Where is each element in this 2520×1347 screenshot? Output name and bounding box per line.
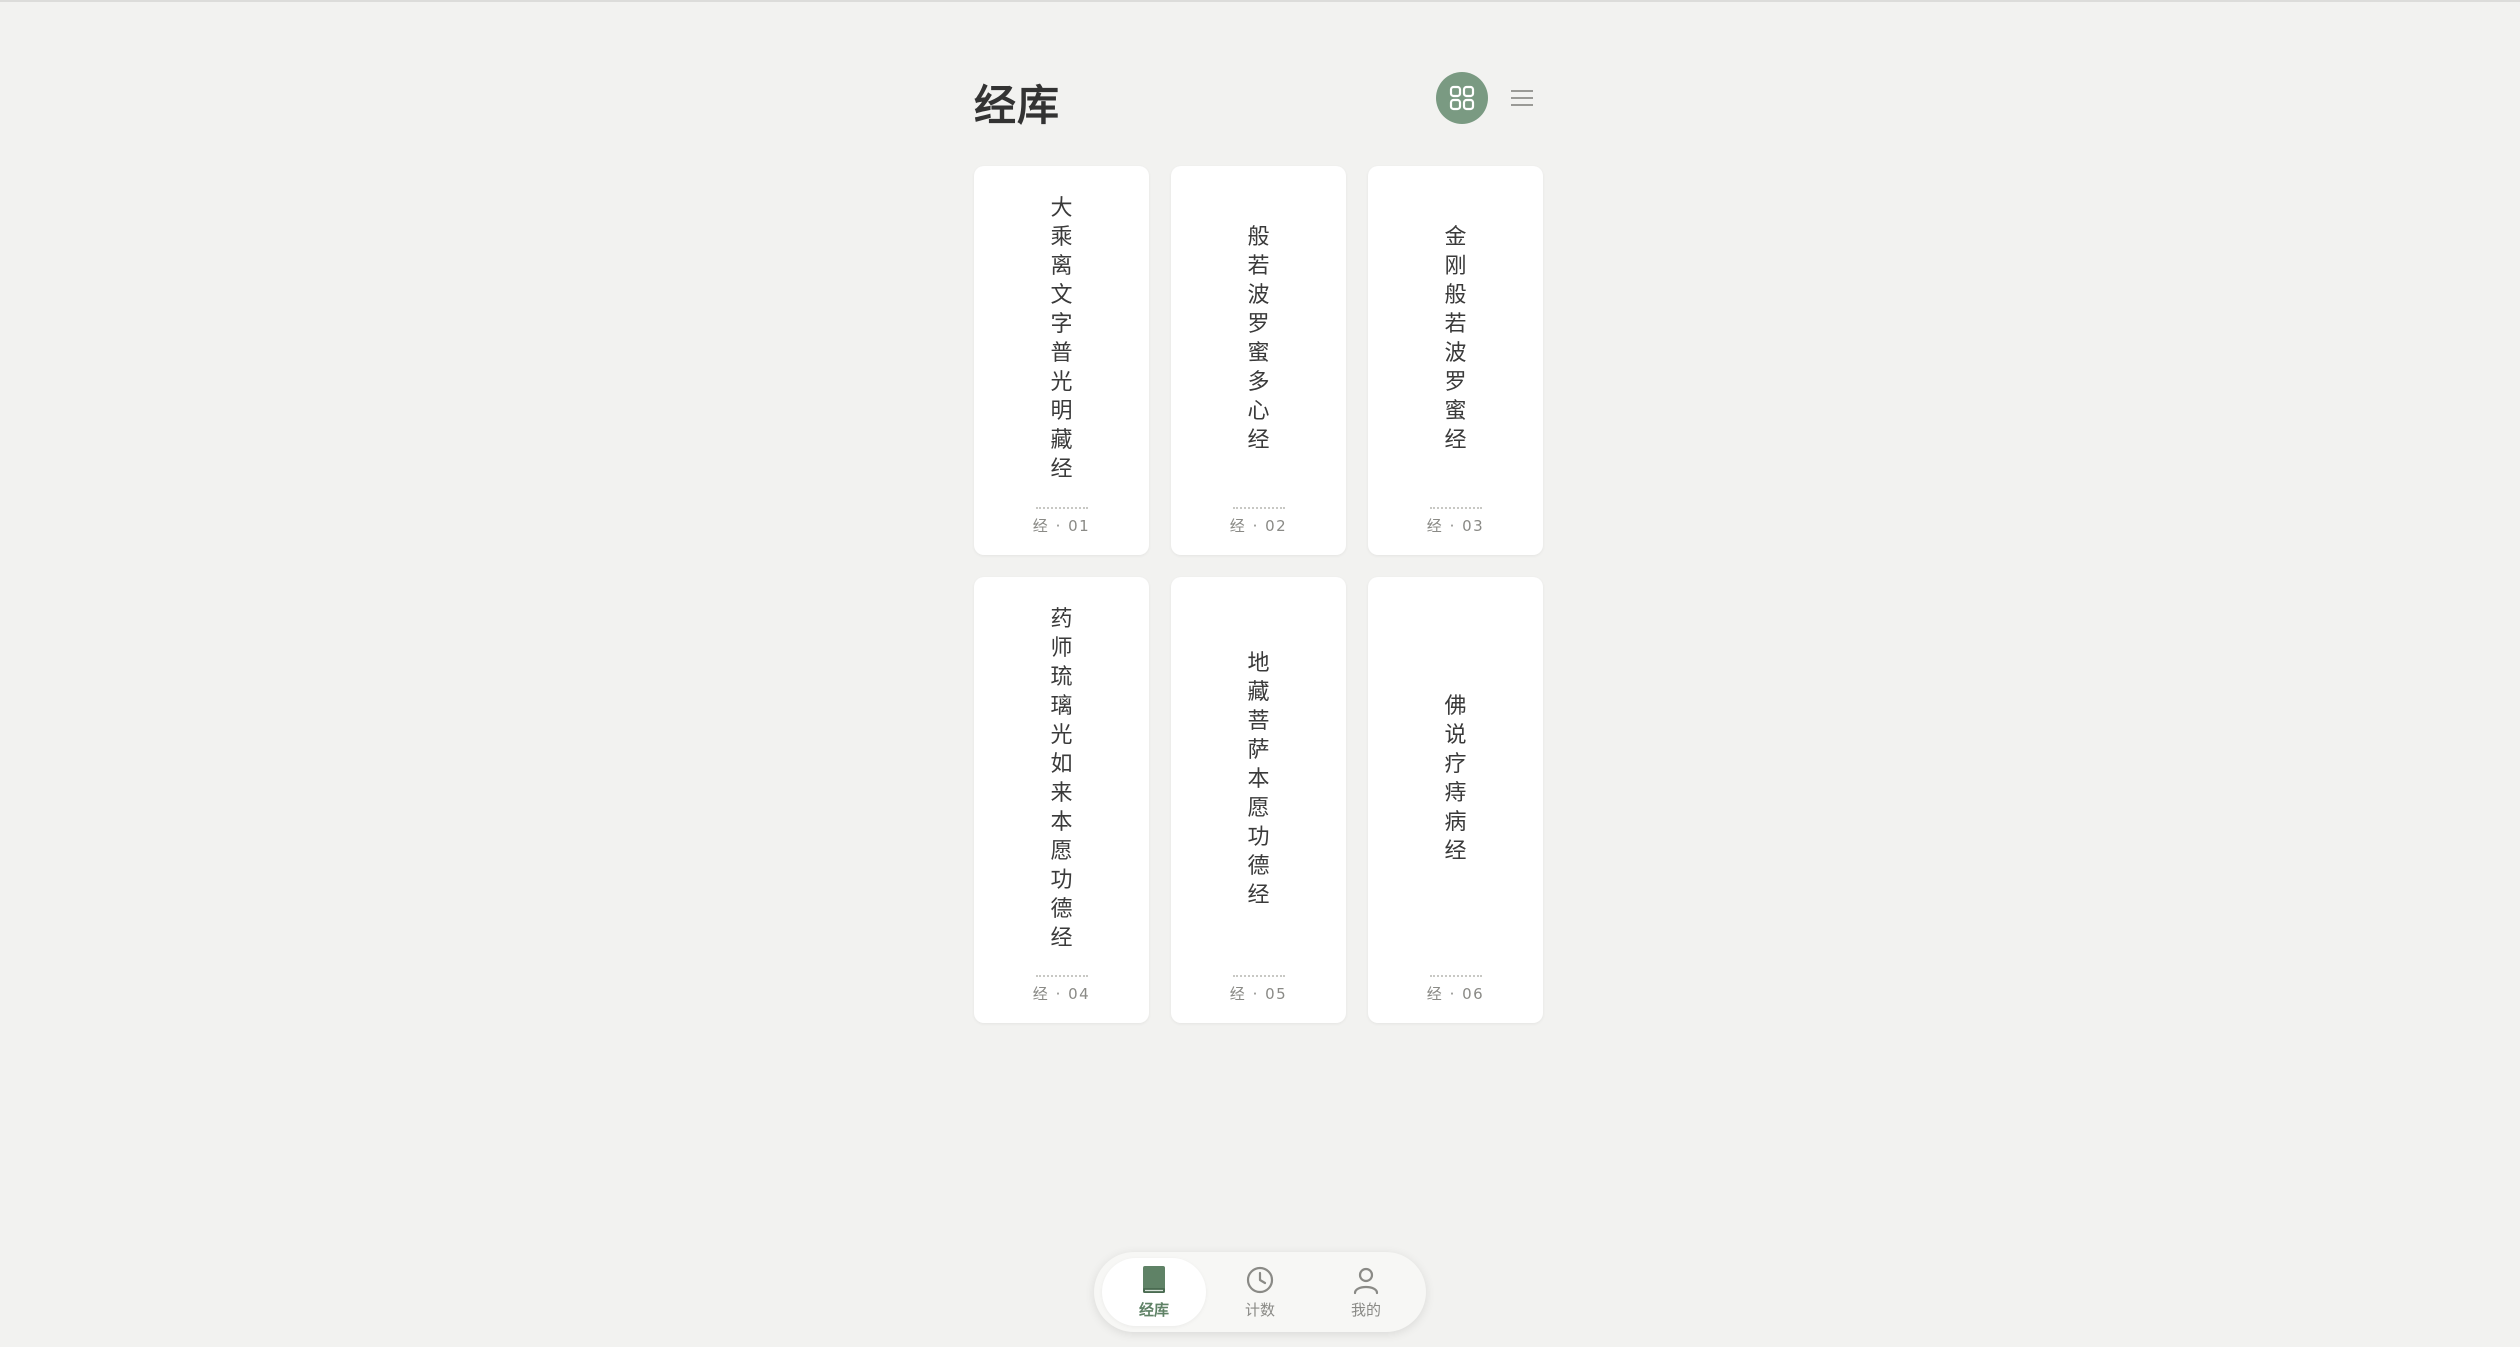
- clock-icon: [1246, 1266, 1274, 1293]
- sutra-number: 经 · 02: [1229, 517, 1288, 535]
- list-icon: [1511, 90, 1533, 106]
- tab-library[interactable]: 经库: [1102, 1258, 1206, 1326]
- sutra-footer: 经 · 04: [974, 975, 1149, 1004]
- dotted-divider: [1232, 975, 1285, 977]
- dotted-divider: [1429, 507, 1482, 509]
- book-icon: [1143, 1265, 1165, 1293]
- sutra-number: 经 · 03: [1426, 517, 1485, 535]
- tab-label: 我的: [1350, 1300, 1381, 1319]
- list-view-button[interactable]: [1502, 78, 1542, 118]
- sutra-footer: 经 · 02: [1171, 507, 1346, 536]
- sutra-number: 经 · 05: [1229, 985, 1288, 1003]
- sutra-number: 经 · 01: [1032, 517, 1091, 535]
- sutra-card-1[interactable]: 大乘离文字普光明藏经 经 · 01: [974, 166, 1149, 555]
- grid-view-button[interactable]: [1436, 72, 1488, 124]
- dotted-divider: [1232, 507, 1285, 509]
- sutra-footer: 经 · 05: [1171, 975, 1346, 1004]
- bottom-tab-bar: 经库 计数 我的: [1094, 1252, 1426, 1332]
- sutra-footer: 经 · 06: [1368, 975, 1543, 1004]
- sutra-title: 般若波罗蜜多心经: [1247, 225, 1270, 453]
- sutra-card-6[interactable]: 佛说疗痔病经 经 · 06: [1368, 577, 1543, 1023]
- sutra-card-5[interactable]: 地藏菩萨本愿功德经 经 · 05: [1171, 577, 1346, 1023]
- sutra-card-4[interactable]: 药师琉璃光如来本愿功德经 经 · 04: [974, 577, 1149, 1023]
- header: 经库: [974, 70, 1544, 130]
- dotted-divider: [1035, 975, 1088, 977]
- user-icon: [1353, 1267, 1379, 1294]
- sutra-card-3[interactable]: 金刚般若波罗蜜经 经 · 03: [1368, 166, 1543, 555]
- tab-label: 计数: [1244, 1300, 1275, 1319]
- sutra-number: 经 · 04: [1032, 985, 1091, 1003]
- sutra-title: 金刚般若波罗蜜经: [1444, 225, 1467, 453]
- grid-icon: [1449, 85, 1475, 111]
- tab-counter[interactable]: 计数: [1208, 1258, 1312, 1326]
- sutra-title: 大乘离文字普光明藏经: [1050, 196, 1073, 482]
- dotted-divider: [1429, 975, 1482, 977]
- page-title: 经库: [974, 81, 1061, 130]
- tab-profile[interactable]: 我的: [1314, 1258, 1418, 1326]
- top-border: [0, 0, 2520, 2]
- sutra-footer: 经 · 01: [974, 507, 1149, 536]
- sutra-title: 地藏菩萨本愿功德经: [1247, 651, 1270, 908]
- sutra-card-2[interactable]: 般若波罗蜜多心经 经 · 02: [1171, 166, 1346, 555]
- sutra-footer: 经 · 03: [1368, 507, 1543, 536]
- sutra-title: 佛说疗痔病经: [1444, 694, 1467, 864]
- tab-label: 经库: [1138, 1300, 1169, 1319]
- sutra-number: 经 · 06: [1426, 985, 1485, 1003]
- sutra-title: 药师琉璃光如来本愿功德经: [1050, 607, 1073, 951]
- dotted-divider: [1035, 507, 1088, 509]
